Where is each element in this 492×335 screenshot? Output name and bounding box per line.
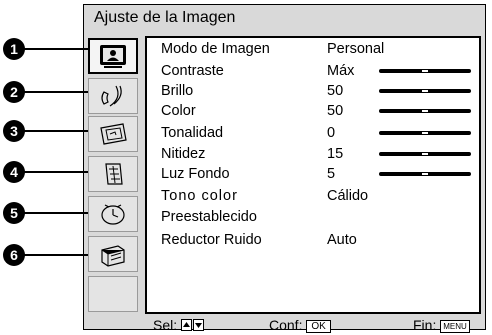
menu-title: Ajuste de la Imagen	[94, 9, 236, 26]
setup-icon	[101, 245, 125, 267]
setting-value-sharpness: 15	[327, 146, 344, 162]
footer-end-label: Fin:	[413, 317, 437, 333]
tab-timer[interactable]	[88, 196, 138, 232]
setting-label-contrast[interactable]: Contraste	[161, 62, 224, 80]
callout-line-6	[24, 254, 88, 256]
setting-label-preset[interactable]: Preestablecido	[161, 208, 257, 226]
callout-line-5	[24, 212, 88, 214]
setting-label-hue[interactable]: Tonalidad	[161, 124, 223, 142]
callout-1: 1	[3, 38, 25, 60]
tab-empty	[88, 276, 138, 312]
setting-value-color: 50	[327, 103, 344, 119]
setting-label-sharpness[interactable]: Nitidez	[161, 145, 205, 163]
setting-label-color[interactable]: Color	[161, 102, 196, 120]
brightness-slider[interactable]	[379, 89, 471, 93]
callout-5: 5	[3, 202, 25, 224]
hue-slider-marker	[422, 132, 428, 134]
setting-label-noise-reduction[interactable]: Reductor Ruido	[161, 231, 262, 249]
footer-select-label: Sel:	[153, 317, 178, 333]
footer-confirm-label: Conf:	[269, 317, 303, 333]
screen-icon	[100, 123, 127, 145]
setting-label-brightness[interactable]: Brillo	[161, 82, 193, 100]
backlight-slider-marker	[422, 173, 428, 175]
menu-key-icon: MENU	[440, 320, 470, 333]
callout-line-2	[24, 91, 88, 93]
setting-label-color-tone[interactable]: Tono color	[161, 187, 238, 205]
callout-line-4	[24, 171, 88, 173]
sharpness-slider-marker	[422, 153, 428, 155]
callout-3: 3	[3, 120, 25, 142]
sound-icon	[101, 85, 122, 107]
setting-value-brightness: 50	[327, 83, 344, 99]
callout-line-3	[24, 130, 88, 132]
tab-screen[interactable]	[88, 116, 138, 152]
up-arrow-key-icon	[181, 319, 193, 331]
tab-features[interactable]	[88, 156, 138, 192]
setting-label-backlight[interactable]: Luz Fondo	[161, 165, 230, 183]
setting-value-contrast: Máx	[327, 63, 355, 79]
color-slider-marker	[422, 110, 428, 112]
footer-select: Sel:	[153, 317, 205, 333]
contrast-slider-marker	[422, 70, 428, 72]
backlight-slider[interactable]	[379, 172, 471, 176]
sharpness-slider[interactable]	[379, 152, 471, 156]
features-icon	[105, 163, 123, 185]
timer-icon	[101, 204, 125, 225]
setting-value-backlight: 5	[327, 166, 336, 182]
tab-picture[interactable]	[88, 38, 138, 74]
setting-value-hue: 0	[327, 125, 336, 141]
callout-6: 6	[3, 244, 25, 266]
footer-end: Fin: MENU	[413, 317, 470, 333]
down-arrow-key-icon	[193, 319, 205, 331]
picture-icon	[100, 45, 126, 68]
contrast-slider[interactable]	[379, 69, 471, 73]
callout-line-1	[24, 48, 88, 50]
callout-4: 4	[3, 161, 25, 183]
hue-slider[interactable]	[379, 131, 471, 135]
setting-value-picture-mode: Personal	[327, 41, 385, 57]
tab-setup[interactable]	[88, 236, 138, 272]
menu-sidebar	[85, 36, 141, 316]
footer-confirm: Conf: OK	[269, 317, 331, 333]
brightness-slider-marker	[422, 90, 428, 92]
setting-label-picture-mode[interactable]: Modo de Imagen	[161, 40, 270, 58]
ok-key-icon: OK	[306, 320, 331, 333]
tab-sound[interactable]	[88, 78, 138, 114]
callout-2: 2	[3, 81, 25, 103]
setting-value-noise-reduction: Auto	[327, 232, 357, 248]
color-slider[interactable]	[379, 109, 471, 113]
setting-value-color-tone: Cálido	[327, 188, 369, 204]
